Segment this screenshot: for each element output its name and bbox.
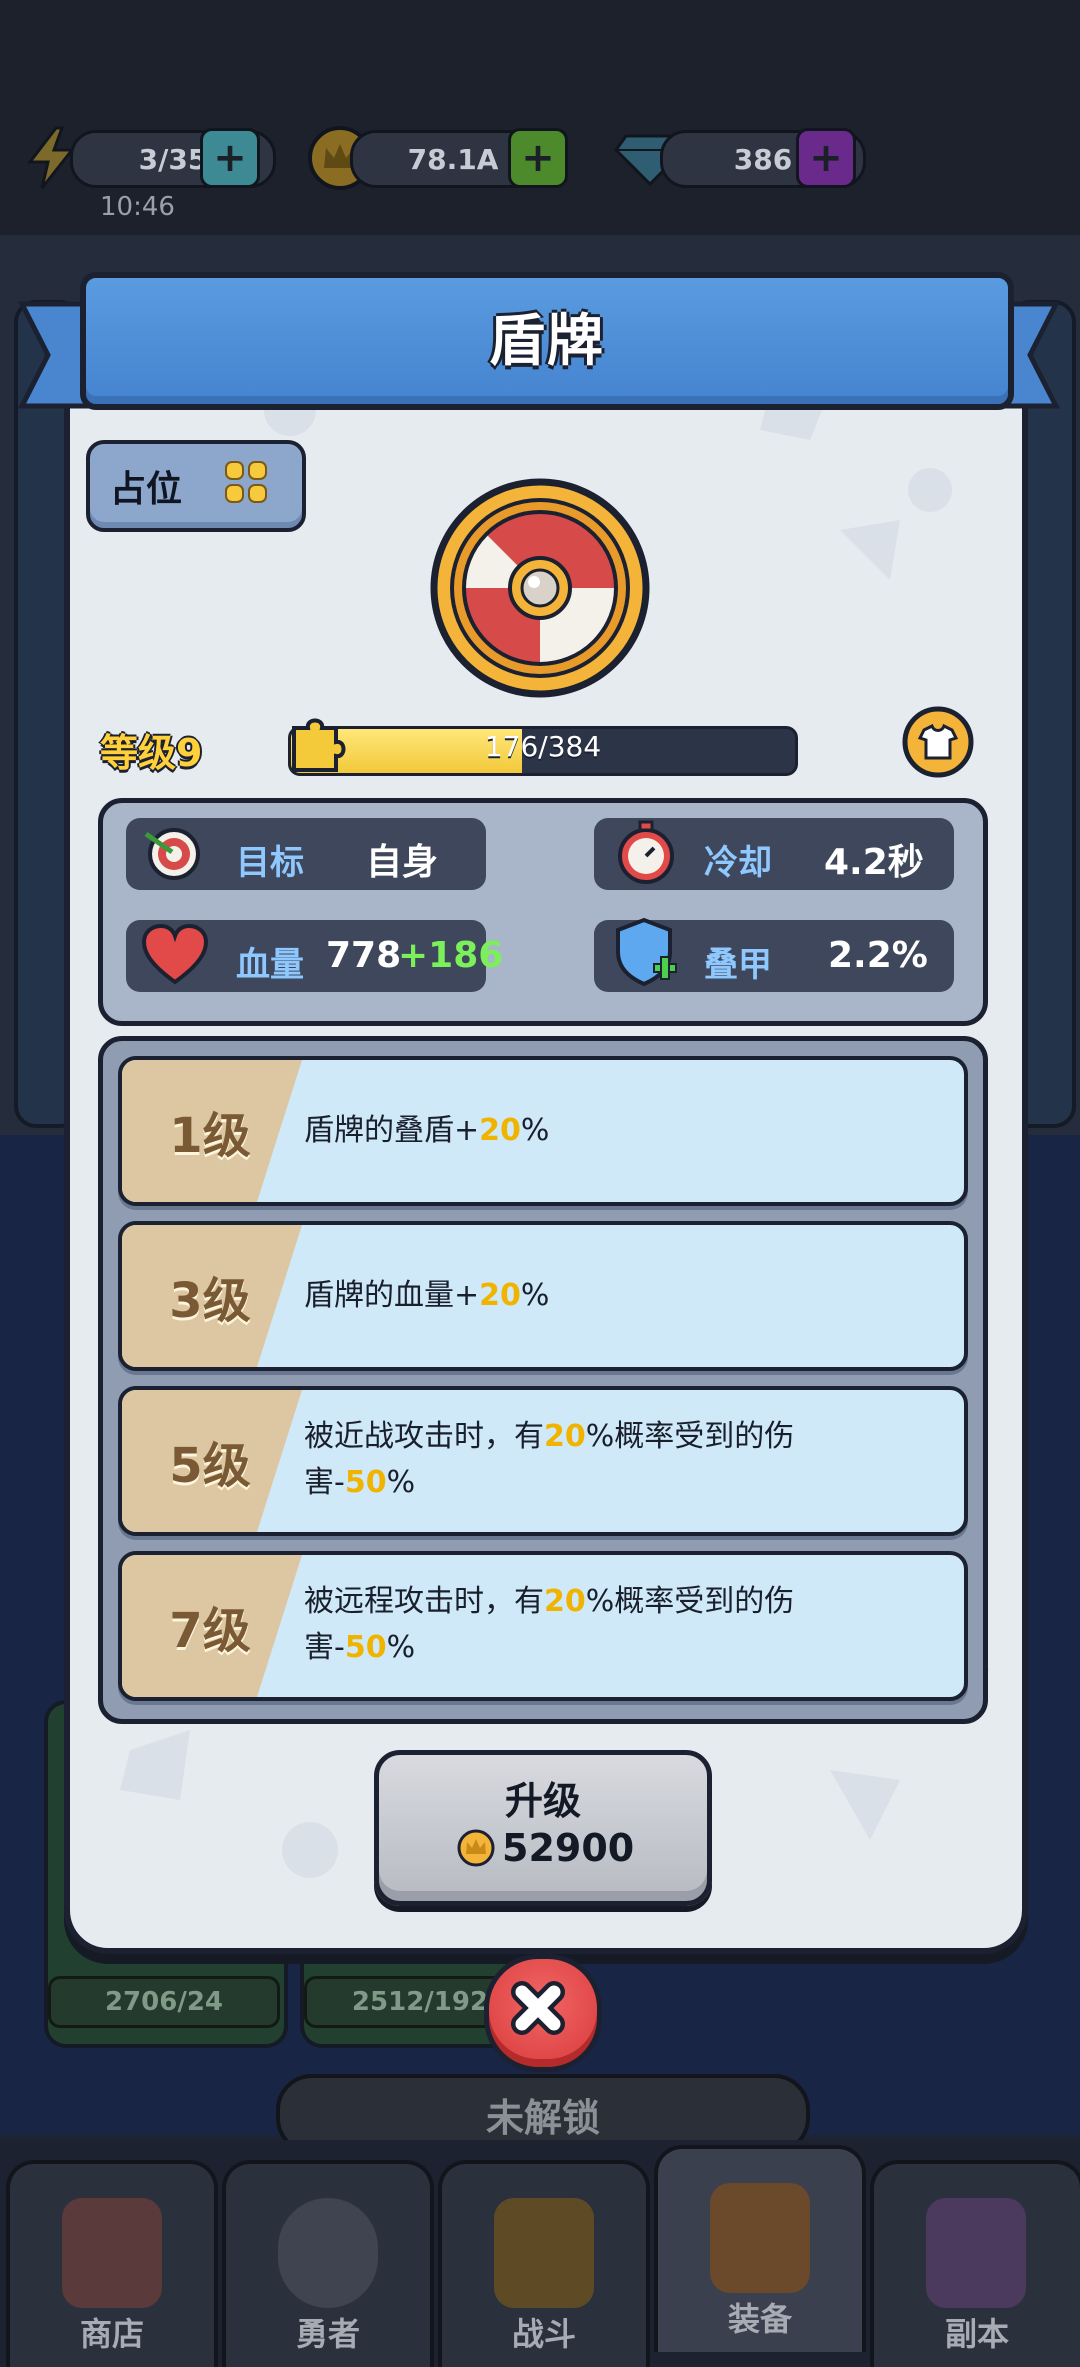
stat-cooldown-name: 冷却: [704, 843, 772, 883]
equipment-icon: [710, 2183, 810, 2293]
perk-level: 5级: [169, 1438, 251, 1494]
exp-text: 176/384: [484, 730, 602, 763]
tab-equipment[interactable]: 装备: [654, 2145, 866, 2352]
armor-shield-icon: [616, 917, 677, 987]
add-gems-button[interactable]: +: [796, 128, 856, 188]
shield-icon: [430, 478, 650, 698]
target-icon: [144, 828, 200, 880]
close-icon: [511, 1981, 565, 2035]
stat-target-value: 自身: [366, 842, 439, 883]
upgrade-cost: 52900: [502, 1826, 635, 1870]
modal-title: 盾牌: [489, 309, 605, 374]
tab-shop[interactable]: 商店: [6, 2160, 218, 2367]
perk-level: 7级: [169, 1603, 251, 1659]
close-button[interactable]: [484, 1954, 602, 2072]
stat-cooldown-value: 4.2秒: [824, 842, 924, 883]
upgrade-label: 升级: [504, 1779, 581, 1823]
stat-hp-name: 血量: [236, 945, 304, 985]
stat-armor-name: 叠甲: [704, 945, 772, 985]
add-energy-button[interactable]: +: [200, 128, 260, 188]
dungeon-icon: [926, 2198, 1026, 2308]
add-gold-button[interactable]: +: [508, 128, 568, 188]
perk-level: 3级: [169, 1273, 251, 1329]
perk-text: 被近战攻击时，有20%概率受到的伤害-50%: [304, 1419, 795, 1500]
stat-armor-value: 2.2%: [828, 935, 928, 976]
perk-row: 7级 被远程攻击时，有20%概率受到的伤害-50%: [118, 1551, 968, 1701]
stat-target-name: 目标: [236, 843, 304, 883]
grid-icon: [225, 461, 267, 503]
level-label: 等级9: [100, 731, 203, 775]
slot-label: 占位: [110, 469, 183, 510]
stat-hp-value: 778: [326, 935, 402, 976]
shop-icon: [62, 2198, 162, 2308]
stopwatch-icon: [618, 820, 674, 884]
perk-row: 5级 被近战攻击时，有20%概率受到的伤害-50%: [118, 1386, 968, 1536]
tab-hero[interactable]: 勇者: [222, 2160, 434, 2367]
energy-timer: 10:46: [100, 192, 175, 222]
card-count: 2706/24: [48, 1976, 280, 2028]
crown-coin-icon: [457, 1829, 495, 1867]
perk-text: 盾牌的血量+20%: [304, 1278, 550, 1313]
battle-icon: [494, 2198, 594, 2308]
hero-icon: [278, 2198, 378, 2308]
stat-hp-bonus: +186: [398, 935, 504, 976]
heart-icon: [141, 924, 209, 985]
tab-dungeon[interactable]: 副本: [870, 2160, 1080, 2367]
tab-battle[interactable]: 战斗: [438, 2160, 650, 2367]
perk-text: 被远程攻击时，有20%概率受到的伤害-50%: [304, 1584, 795, 1665]
perk-row: 3级 盾牌的血量+20%: [118, 1221, 968, 1371]
outfit-icon[interactable]: [900, 704, 976, 780]
perk-text: 盾牌的叠盾+20%: [304, 1113, 550, 1148]
perk-row: 1级 盾牌的叠盾+20%: [118, 1056, 968, 1206]
perk-level: 1级: [169, 1108, 251, 1164]
